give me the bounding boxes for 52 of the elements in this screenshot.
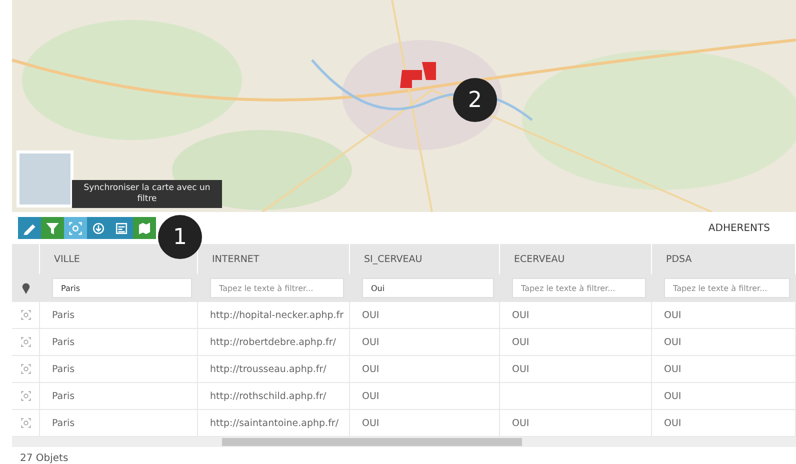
filter-field[interactable]: Oui <box>362 278 494 298</box>
zoom-to-icon[interactable] <box>20 337 30 347</box>
zoom-selection-icon <box>69 222 82 234</box>
pin-icon <box>22 282 30 294</box>
form-icon <box>115 222 128 234</box>
table-cell: OUI <box>652 383 796 410</box>
table-cell: OUI <box>500 302 652 329</box>
column-header[interactable]: SI_CERVEAU <box>364 254 422 264</box>
table-cell: OUI <box>500 356 652 383</box>
table-cell: OUI <box>652 302 796 329</box>
tooltip: Synchroniser la carte avec un filtre <box>72 180 222 208</box>
download-button[interactable] <box>87 217 110 239</box>
zoom-to-icon[interactable] <box>20 310 30 320</box>
filter-icon <box>46 222 59 234</box>
pencil-icon <box>23 222 36 234</box>
filter-field[interactable]: Tapez le texte à filtrer... <box>210 278 344 298</box>
horizontal-scrollbar[interactable] <box>12 437 796 447</box>
table-cell: OUI <box>350 356 500 383</box>
column-header[interactable]: INTERNET <box>212 254 260 264</box>
map-button[interactable] <box>133 217 156 239</box>
table-cell: OUI <box>350 329 500 356</box>
column-header[interactable]: ECERVEAU <box>514 254 565 264</box>
form-button[interactable] <box>110 217 133 239</box>
callout-badge: 1 <box>158 215 202 259</box>
download-icon <box>92 222 105 234</box>
filter-field[interactable]: Paris <box>52 278 192 298</box>
table-cell: http://robertdebre.aphp.fr/ <box>198 329 350 356</box>
table-cell: OUI <box>652 329 796 356</box>
table-cell: OUI <box>652 356 796 383</box>
table-cell: OUI <box>500 329 652 356</box>
table-cell: OUI <box>350 302 500 329</box>
map-icon <box>138 222 151 234</box>
filter-button[interactable] <box>41 217 64 239</box>
zoom-button[interactable] <box>64 217 87 239</box>
column-header[interactable]: VILLE <box>54 254 80 264</box>
table-cell: OUI <box>350 383 500 410</box>
column-header[interactable]: PDSA <box>666 254 692 264</box>
filter-field[interactable]: Tapez le texte à filtrer... <box>664 278 790 298</box>
table-cell: Paris <box>40 383 198 410</box>
table-cell: http://trousseau.aphp.fr/ <box>198 356 350 383</box>
table-cell: Paris <box>40 302 198 329</box>
table-cell: Paris <box>40 329 198 356</box>
pencil-button[interactable] <box>18 217 41 239</box>
zoom-to-icon[interactable] <box>20 418 30 428</box>
table-cell: Paris <box>40 356 198 383</box>
layer-title: ADHERENTS <box>708 222 770 234</box>
table-cell: http://hopital-necker.aphp.fr <box>198 302 350 329</box>
object-count: 27 Objets <box>20 453 70 464</box>
filter-field[interactable]: Tapez le texte à filtrer... <box>512 278 646 298</box>
zoom-to-icon[interactable] <box>20 391 30 401</box>
table-cell: http://rothschild.aphp.fr/ <box>198 383 350 410</box>
zoom-to-icon[interactable] <box>20 364 30 374</box>
